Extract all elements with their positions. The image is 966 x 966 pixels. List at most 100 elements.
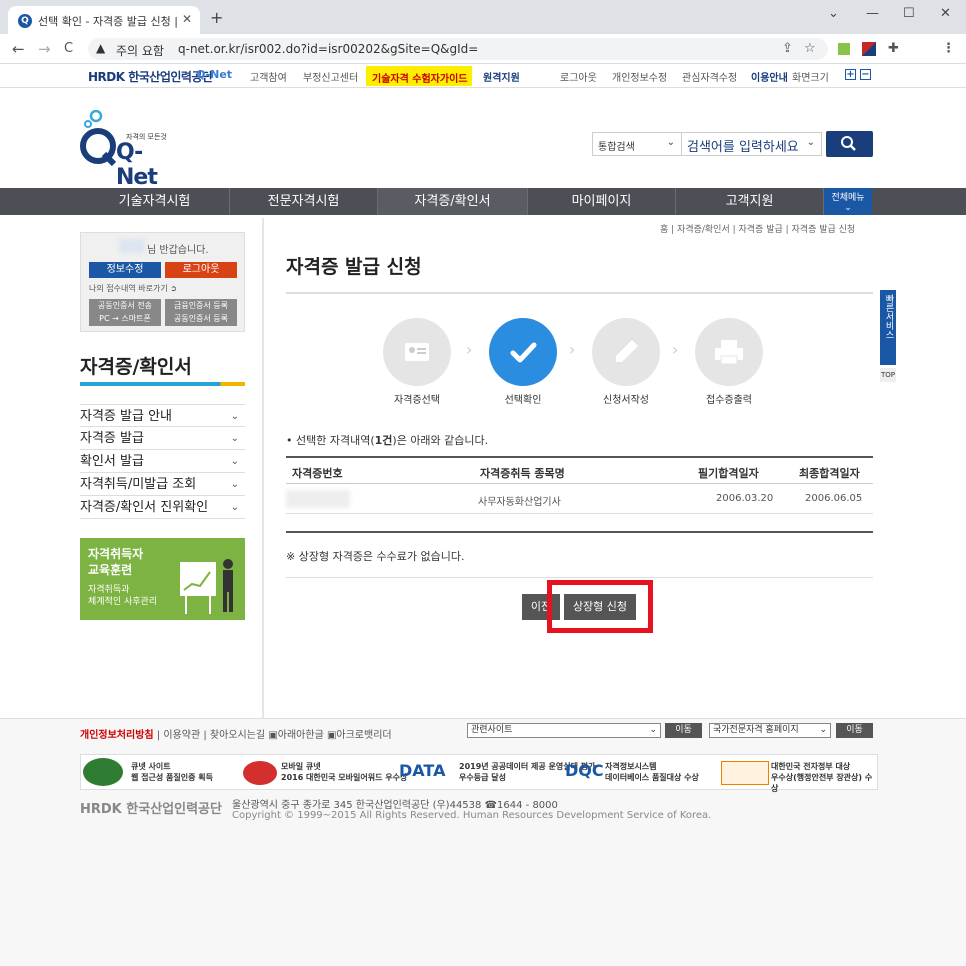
search-placeholder: 검색어를 입력하세요 bbox=[687, 140, 799, 155]
hrdk-logo[interactable]: HRDK 한국산업인력공단 bbox=[88, 68, 213, 85]
quick-service-button[interactable]: 빠른서비스 bbox=[880, 290, 896, 365]
forward-button[interactable]: → bbox=[38, 40, 51, 58]
browser-menu-icon[interactable]: ⋮ bbox=[942, 41, 955, 56]
privacy-link[interactable]: 개인정보처리방침 bbox=[80, 730, 154, 741]
notice-prefix: • 선택한 자격내역( bbox=[286, 434, 375, 447]
acrobat-link[interactable]: 아크로뱃리더 bbox=[336, 730, 391, 741]
browser-tab[interactable]: Q 선택 확인 - 자격증 발급 신청 | Q- ✕ bbox=[8, 6, 200, 34]
maximize-button[interactable]: ☐ bbox=[903, 6, 915, 21]
extension-flag-icon[interactable] bbox=[862, 42, 876, 56]
welcome-text: 님 반갑습니다. bbox=[147, 245, 209, 256]
security-label[interactable]: 주의 요함 bbox=[116, 42, 164, 59]
gnb-pro-exam[interactable]: 전문자격시험 bbox=[230, 188, 378, 215]
url-text[interactable]: q-net.or.kr/isr002.do?id=isr00202&gSite=… bbox=[178, 42, 478, 56]
title-divider bbox=[286, 292, 873, 294]
step-arrow-icon: › bbox=[569, 340, 576, 359]
extension-icon[interactable] bbox=[838, 43, 850, 55]
directions-link[interactable]: 찾아오시는길 bbox=[210, 730, 265, 741]
step-1-circle bbox=[383, 318, 451, 386]
sidebar-item-label: 자격증/확인서 진위확인 bbox=[80, 500, 209, 515]
usage-guide-link[interactable]: 이용안내 bbox=[751, 69, 788, 84]
sidebar-item-lookup[interactable]: 자격취득/미발급 조회 ⌄ bbox=[80, 473, 245, 496]
sidebar-item-issue[interactable]: 자격증 발급 ⌄ bbox=[80, 427, 245, 450]
chevron-down-icon: ⌄ bbox=[230, 479, 239, 490]
col-written-date: 필기합격일자 bbox=[698, 467, 759, 480]
footer-hrdk-logo: HRDK 한국산업인력공단 bbox=[80, 802, 222, 817]
related-go-button[interactable]: 이동 bbox=[665, 723, 702, 738]
chevron-down-icon: ⌄ bbox=[230, 456, 239, 467]
logout-button[interactable]: 로그아웃 bbox=[165, 262, 237, 278]
edit-info-button[interactable]: 정보수정 bbox=[89, 262, 161, 278]
minimize-button[interactable]: — bbox=[866, 6, 879, 21]
zoom-out-button[interactable]: − bbox=[860, 69, 871, 80]
qnet-logo[interactable]: 자격의 모든것 Q-Net bbox=[80, 109, 180, 190]
search-type-select[interactable]: 통합검색 ⌄ bbox=[592, 132, 682, 156]
back-button[interactable]: ← bbox=[12, 40, 25, 58]
col-final-date: 최종합격일자 bbox=[799, 467, 860, 480]
all-menu-button[interactable]: 전체메뉴 ⌄ bbox=[824, 188, 872, 215]
selection-notice: • 선택한 자격내역(1건)은 아래와 같습니다. bbox=[286, 432, 488, 448]
page-title: 자격증 발급 신청 bbox=[286, 256, 422, 278]
sidebar-item-confirm[interactable]: 확인서 발급 ⌄ bbox=[80, 450, 245, 473]
url-omnibox[interactable]: ▲ 주의 요함 q-net.or.kr/isr002.do?id=isr0020… bbox=[88, 38, 828, 60]
sidebar-item-verify[interactable]: 자격증/확인서 진위확인 ⌄ bbox=[80, 496, 245, 519]
history-link[interactable]: 나의 접수내역 바로가기 ➲ bbox=[89, 283, 177, 294]
qnet-small-logo[interactable]: Q-Net bbox=[196, 68, 232, 81]
tab-search-icon[interactable]: ⌄ bbox=[828, 6, 839, 21]
zoom-in-button[interactable]: + bbox=[845, 69, 856, 80]
gnb-certificate[interactable]: 자격증/확인서 bbox=[378, 188, 528, 215]
terms-link[interactable]: 이용약관 bbox=[163, 730, 200, 741]
content-divider bbox=[262, 218, 264, 718]
remote-support-link[interactable]: 원격지원 bbox=[483, 69, 520, 84]
chevron-down-icon: ⌄ bbox=[230, 411, 239, 422]
gnb-support[interactable]: 고객지원 bbox=[676, 188, 824, 215]
breadcrumb: 홈 | 자격증/확인서 | 자격증 발급 | 자격증 발급 신청 bbox=[660, 225, 856, 235]
warning-icon[interactable]: ▲ bbox=[96, 41, 105, 55]
edit-info-link[interactable]: 개인정보수정 bbox=[612, 69, 667, 84]
sidebar-item-guide[interactable]: 자격증 발급 안내 ⌄ bbox=[80, 404, 245, 427]
search-input[interactable]: 검색어를 입력하세요 ⌄ bbox=[682, 132, 822, 156]
award-egov: 대한민국 전자정부 대상 우수상(행정안전부 장관상) 수상 bbox=[771, 762, 873, 793]
close-window-button[interactable]: ✕ bbox=[940, 6, 951, 21]
util-link-report[interactable]: 부정신고센터 bbox=[303, 69, 358, 84]
global-nav: 기술자격시험 전문자격시험 자격증/확인서 마이페이지 고객지원 bbox=[0, 188, 966, 215]
reload-button[interactable]: C bbox=[64, 41, 73, 56]
hwp-link[interactable]: 아래아한글 bbox=[278, 730, 324, 741]
footer-links: 개인정보처리방침 | 이용약관 | 찾아오시는길 ▣아래아한글 ▣아크로뱃리더 bbox=[80, 726, 392, 741]
logout-link[interactable]: 로그아웃 bbox=[560, 69, 597, 84]
final-date-cell: 2006.06.05 bbox=[805, 493, 863, 504]
step-4-label: 접수증출력 bbox=[706, 395, 752, 406]
puzzle-icon[interactable]: ✚ bbox=[888, 41, 899, 56]
national-sites-select[interactable]: 국가전문자격 홈페이지 ⌄ bbox=[709, 723, 831, 738]
search-button[interactable] bbox=[826, 131, 873, 157]
search-dropdown-icon[interactable]: ⌄ bbox=[807, 137, 815, 148]
bookmark-star-icon[interactable]: ☆ bbox=[804, 41, 816, 56]
close-tab-icon[interactable]: ✕ bbox=[182, 12, 192, 26]
id-card-icon bbox=[405, 343, 429, 361]
highlight-box bbox=[547, 580, 653, 633]
cert-number-blurred bbox=[286, 490, 350, 508]
egov-award-icon bbox=[721, 761, 769, 785]
gnb-mypage[interactable]: 마이페이지 bbox=[528, 188, 676, 215]
step-2-label: 선택확인 bbox=[504, 395, 542, 406]
new-tab-button[interactable]: + bbox=[210, 8, 223, 27]
fin-cert-button[interactable]: 금융인증서 등록 공동인증서 등록 bbox=[165, 299, 237, 326]
check-icon bbox=[510, 342, 537, 363]
related-sites-select[interactable]: 관련사이트 ⌄ bbox=[467, 723, 661, 738]
cert-transfer-button[interactable]: 공동인증서 전송 PC → 스마트폰 bbox=[89, 299, 161, 326]
step-3-circle bbox=[592, 318, 660, 386]
top-button[interactable]: TOP bbox=[880, 368, 896, 382]
util-link-participation[interactable]: 고객참여 bbox=[250, 69, 287, 84]
data-logo-icon: DATA bbox=[399, 761, 446, 780]
training-banner[interactable]: 자격취득자 교육훈련 자격취득과 체계적인 사후관리 bbox=[80, 538, 245, 620]
exam-guide-link[interactable]: 기술자격 수험자가이드 bbox=[366, 66, 472, 86]
fee-notice: ※ 상장형 자격증은 수수료가 없습니다. bbox=[286, 550, 465, 563]
sidebar-item-label: 자격취득/미발급 조회 bbox=[80, 477, 197, 492]
font-size-label: 화면크기 bbox=[792, 73, 829, 84]
arrow-circle-icon: ➲ bbox=[170, 284, 177, 293]
interest-edit-link[interactable]: 관심자격수정 bbox=[682, 69, 737, 84]
share-icon[interactable]: ⇪ bbox=[782, 41, 793, 56]
gnb-tech-exam[interactable]: 기술자격시험 bbox=[80, 188, 230, 215]
national-go-button[interactable]: 이동 bbox=[836, 723, 873, 738]
pdf-icon: ▣ bbox=[326, 730, 337, 741]
